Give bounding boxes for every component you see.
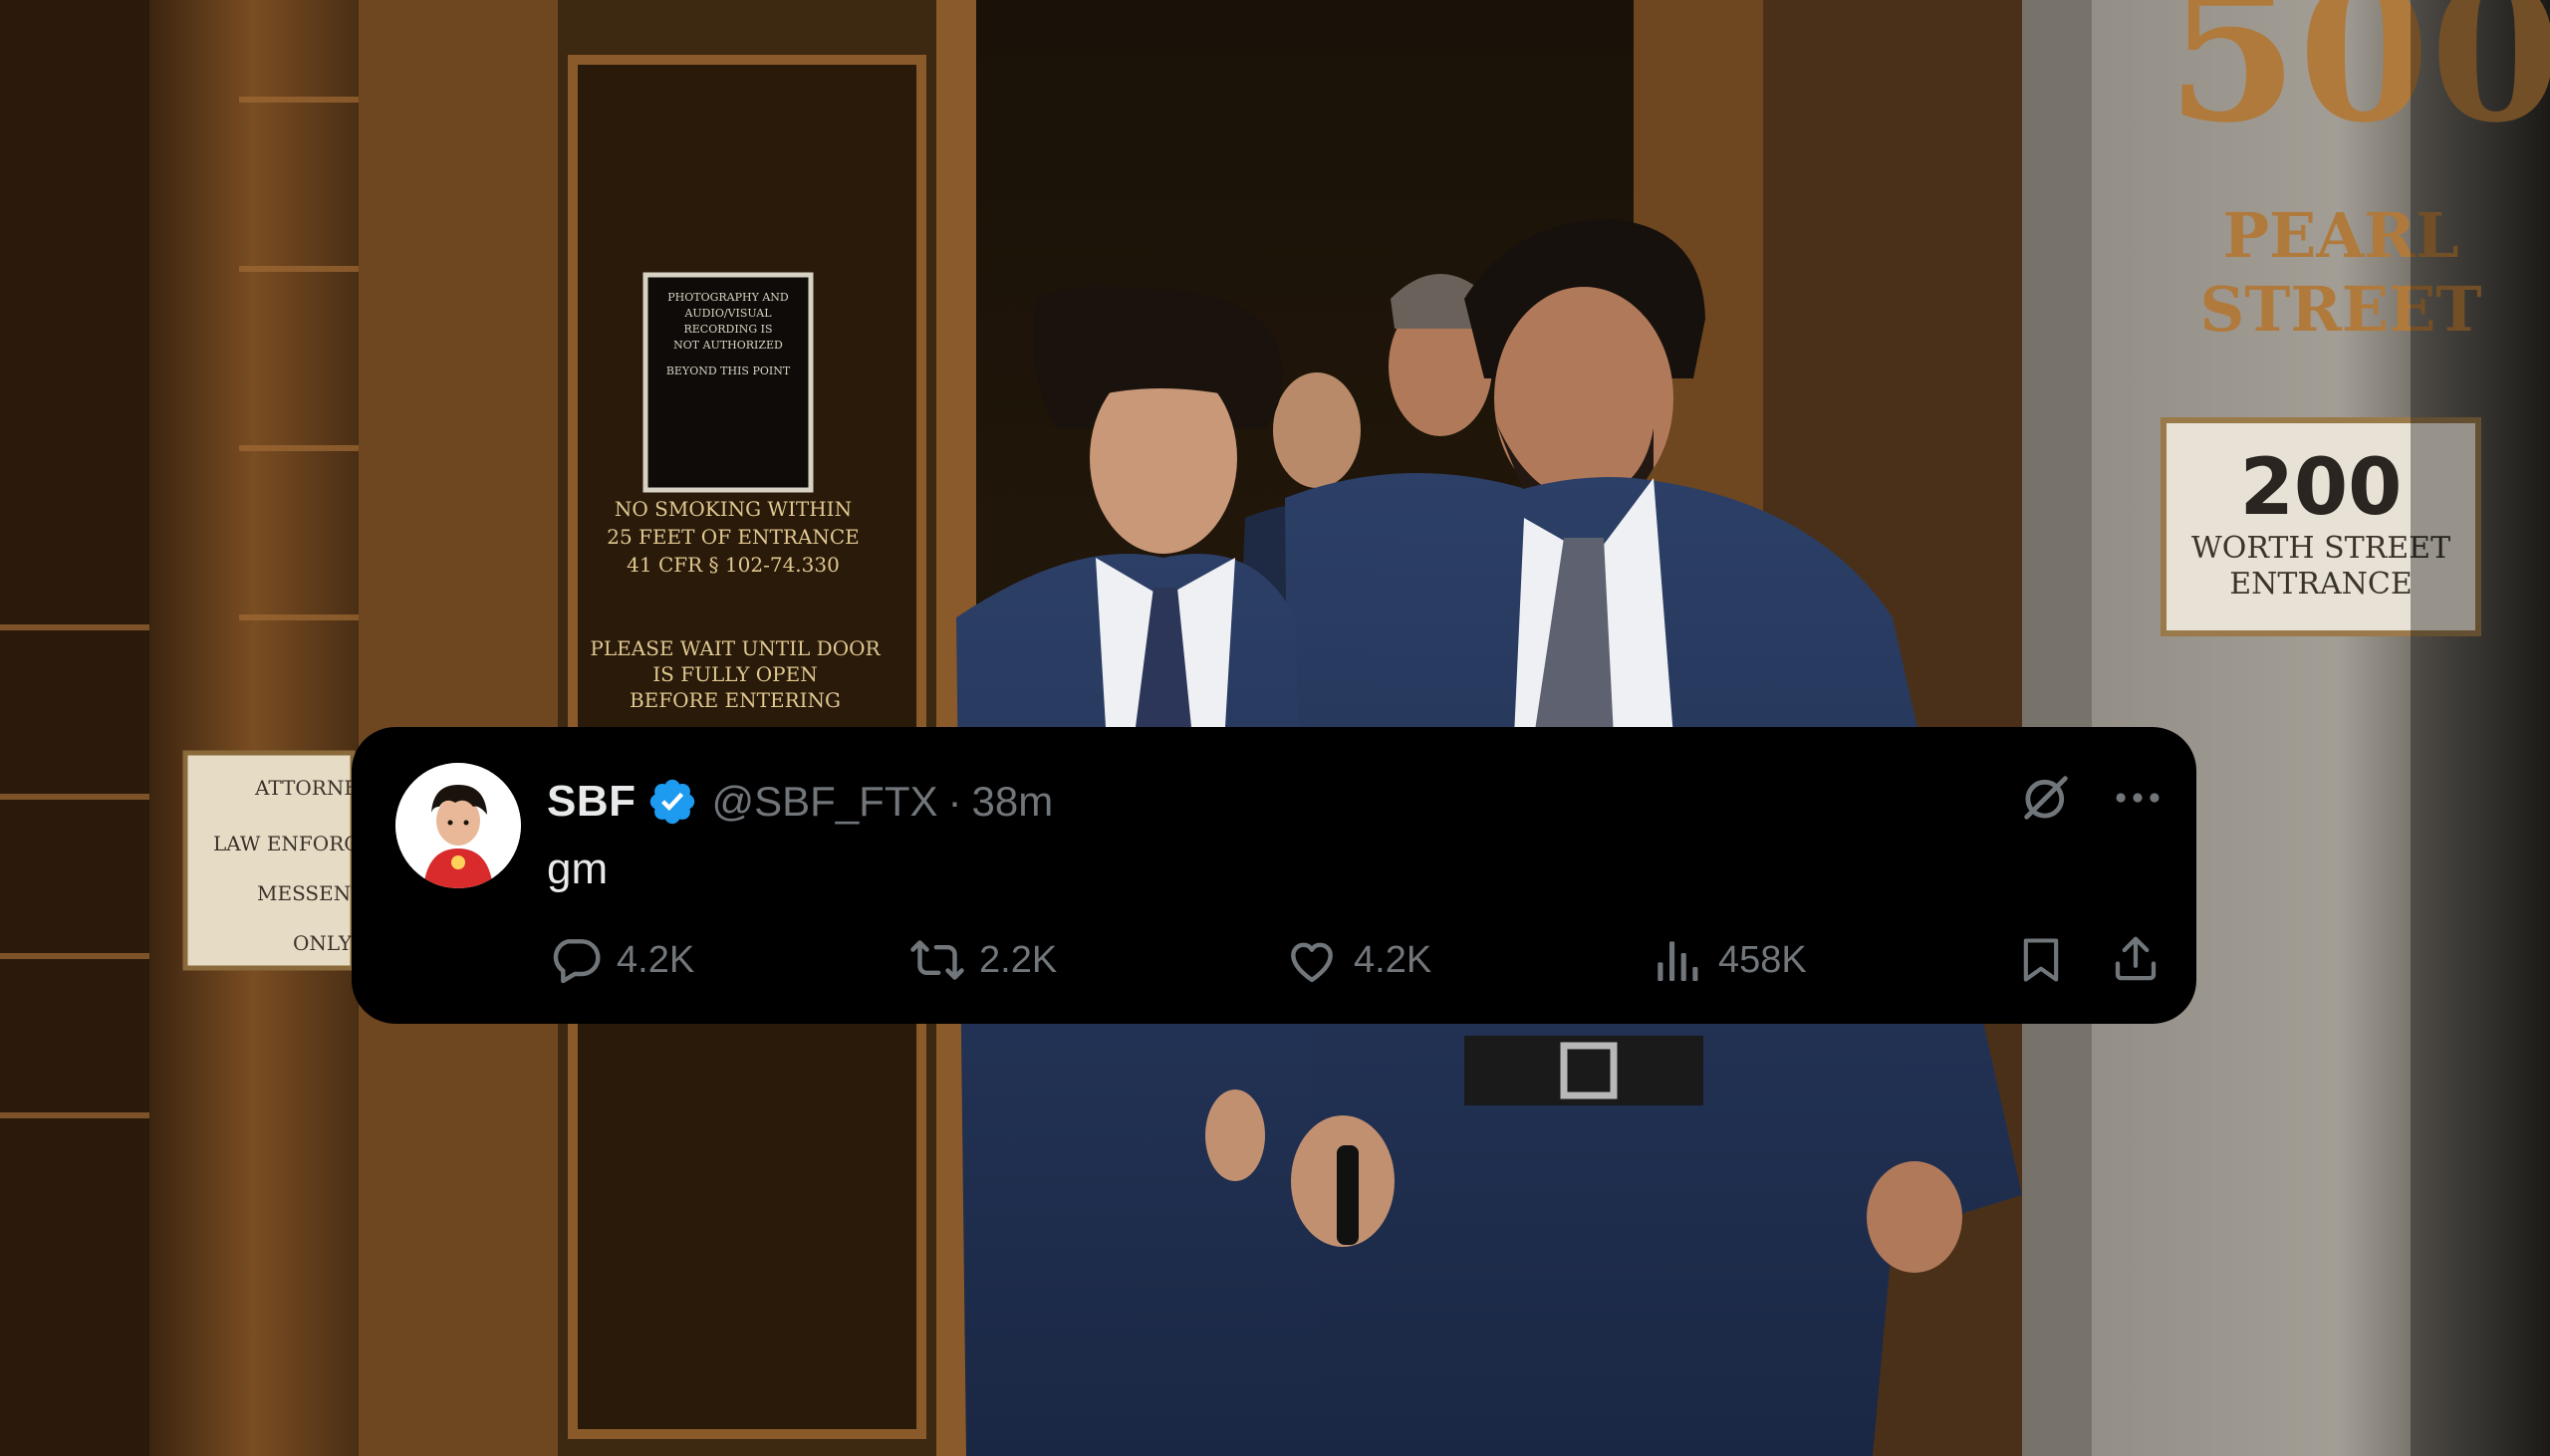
reply-count: 4.2K [617, 938, 695, 981]
no-smoking-line: 25 FEET OF ENTRANCE [607, 525, 860, 549]
avatar-cartoon-icon [395, 763, 521, 888]
plaque-line2: ENTRANCE [2229, 567, 2413, 602]
tweet-header: SBF @SBF_FTX · 38m [547, 767, 1053, 837]
analytics-bars-icon [1649, 932, 1704, 988]
no-smoking-line: NO SMOKING WITHIN [615, 497, 852, 521]
repost-arrows-icon [909, 932, 965, 988]
tweet-card[interactable]: SBF @SBF_FTX · 38m gm 4.2K 2.2K 4.2K 458… [352, 727, 2196, 1024]
tweet-text: gm [547, 845, 609, 893]
door-sign-line: PHOTOGRAPHY AND [667, 291, 789, 304]
attorney-sign-line: ONLY [293, 931, 353, 955]
attorney-sign-line: ATTORNE [254, 776, 359, 800]
repost-count: 2.2K [979, 938, 1058, 981]
attorney-sign-line: MESSENG [257, 881, 367, 905]
views-count: 458K [1718, 938, 1807, 981]
no-smoking-line: 41 CFR § 102-74.330 [627, 553, 840, 577]
wait-sign-line: BEFORE ENTERING [630, 688, 841, 712]
reply-button[interactable]: 4.2K [547, 930, 694, 990]
door-sign-line: AUDIO/VISUAL [683, 307, 772, 320]
attorney-sign-line: LAW ENFORC [213, 832, 360, 855]
tweet-top-actions [2017, 769, 2167, 827]
views-button[interactable]: 458K [1649, 930, 1807, 990]
wait-sign-line: IS FULLY OPEN [652, 662, 818, 686]
post-timestamp[interactable]: 38m [972, 778, 1054, 826]
share-upload-icon[interactable] [2109, 932, 2163, 986]
repost-button[interactable]: 2.2K [909, 930, 1057, 990]
door-sign-line: BEYOND THIS POINT [666, 364, 791, 377]
header-separator: · [947, 778, 962, 825]
profile-avatar[interactable] [395, 763, 521, 888]
verified-badge-icon [646, 776, 698, 828]
door-sign-line: RECORDING IS [684, 323, 773, 336]
wait-sign-line: PLEASE WAIT UNTIL DOOR [590, 636, 881, 660]
bookmark-icon[interactable] [2015, 934, 2067, 986]
grok-slash-circle-icon[interactable] [2017, 769, 2075, 827]
like-button[interactable]: 4.2K [1284, 930, 1431, 990]
door-sign-line: NOT AUTHORIZED [673, 339, 783, 352]
plaque-number: 200 [2240, 443, 2403, 533]
heart-icon [1284, 932, 1340, 988]
more-dots-icon[interactable] [2109, 769, 2167, 827]
comment-bubble-icon [547, 932, 603, 988]
user-handle[interactable]: @SBF_FTX [712, 778, 938, 826]
display-name[interactable]: SBF [547, 777, 637, 827]
like-count: 4.2K [1354, 938, 1432, 981]
